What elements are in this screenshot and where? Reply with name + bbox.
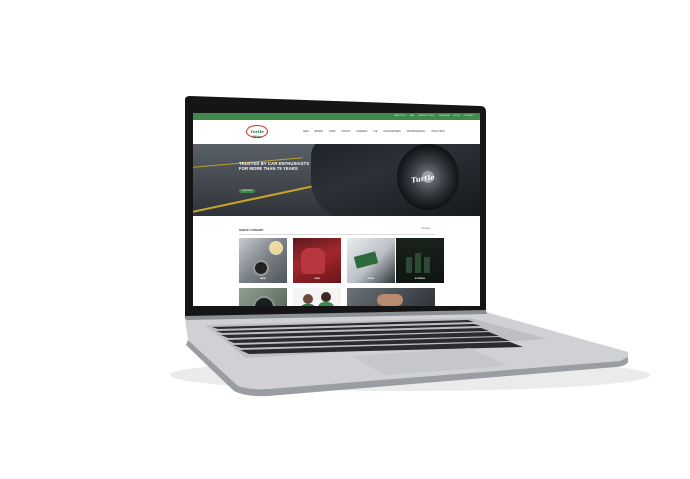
category-tile-wash[interactable]: WASH bbox=[239, 238, 287, 283]
website: ABOUT US FAQ WHERE TO BUY RETAILER BLOG … bbox=[193, 113, 480, 306]
category-tile[interactable] bbox=[293, 288, 341, 306]
nav-item[interactable]: BRAND bbox=[315, 130, 323, 133]
hero-banner: Turtle TRUSTED BY CAR ENTHUSIASTS FOR MO… bbox=[193, 144, 480, 216]
category-label: EXTERIOR bbox=[414, 278, 426, 280]
product-bottle-image bbox=[415, 253, 421, 273]
logo-text: Turtle Wax bbox=[250, 129, 264, 139]
nav-item[interactable]: CERAMIC bbox=[356, 130, 367, 133]
wheel-icon bbox=[253, 296, 275, 306]
section-title: SHOP BY CATEGORY bbox=[239, 229, 264, 232]
category-tile-exterior[interactable]: EXTERIOR bbox=[396, 238, 444, 283]
product-bottle-image bbox=[424, 257, 430, 273]
sun-glare bbox=[269, 241, 283, 255]
nav-item[interactable]: PROFESSIONAL bbox=[407, 130, 426, 133]
category-tile[interactable] bbox=[239, 288, 287, 306]
utility-link[interactable]: FAQ bbox=[410, 114, 414, 119]
product-bottle-image bbox=[406, 257, 412, 273]
nav-item[interactable]: ICE bbox=[373, 130, 377, 133]
view-all-link[interactable]: VIEW ALL bbox=[421, 228, 431, 230]
category-tile-care[interactable]: CARE bbox=[293, 238, 341, 283]
category-label: WASH bbox=[260, 278, 266, 280]
shop-now-button[interactable]: SHOP NOW bbox=[239, 189, 255, 193]
person-head bbox=[321, 292, 331, 302]
person-body bbox=[318, 302, 334, 306]
brand-logo[interactable]: Turtle Wax bbox=[246, 125, 268, 139]
category-section: SHOP BY CATEGORY VIEW ALL WASH CARE DETA… bbox=[193, 216, 480, 306]
utility-link[interactable]: WHERE TO BUY bbox=[418, 114, 435, 119]
microfiber-cloth-image bbox=[353, 251, 379, 269]
category-label: DETAIL bbox=[367, 278, 375, 280]
site-header: Turtle Wax NEW BRAND CARS POLISH CERAMIC… bbox=[193, 120, 480, 144]
nav-item[interactable]: NEW bbox=[303, 130, 309, 133]
laptop-mockup-scene: ABOUT US FAQ WHERE TO BUY RETAILER BLOG … bbox=[0, 0, 690, 479]
nav-item[interactable]: ACCESSORIES bbox=[383, 130, 400, 133]
nav-item[interactable]: SHOP NOW bbox=[431, 130, 444, 133]
utility-bar: ABOUT US FAQ WHERE TO BUY RETAILER BLOG … bbox=[193, 113, 480, 120]
utility-link[interactable]: CONTACT bbox=[464, 114, 474, 119]
person-body bbox=[300, 304, 316, 306]
hand-image bbox=[377, 294, 403, 306]
nav-item[interactable]: CARS bbox=[329, 130, 336, 133]
car-seat-image bbox=[301, 248, 325, 274]
category-label: CARE bbox=[314, 278, 320, 280]
nav-item[interactable]: POLISH bbox=[342, 130, 351, 133]
utility-link[interactable]: BLOG bbox=[453, 114, 459, 119]
hero-headline: TRUSTED BY CAR ENTHUSIASTS FOR MORE THAN… bbox=[239, 161, 310, 172]
laptop-screen: ABOUT US FAQ WHERE TO BUY RETAILER BLOG … bbox=[193, 113, 480, 306]
section-divider bbox=[239, 234, 435, 235]
utility-link[interactable]: ABOUT US bbox=[395, 114, 406, 119]
category-tile[interactable] bbox=[347, 288, 435, 306]
main-nav: NEW BRAND CARS POLISH CERAMIC ICE ACCESS… bbox=[303, 130, 445, 133]
category-tile-detail[interactable]: DETAIL bbox=[347, 238, 395, 283]
utility-link[interactable]: RETAILER bbox=[439, 114, 450, 119]
wheel-icon bbox=[253, 260, 269, 276]
person-head bbox=[303, 294, 313, 304]
